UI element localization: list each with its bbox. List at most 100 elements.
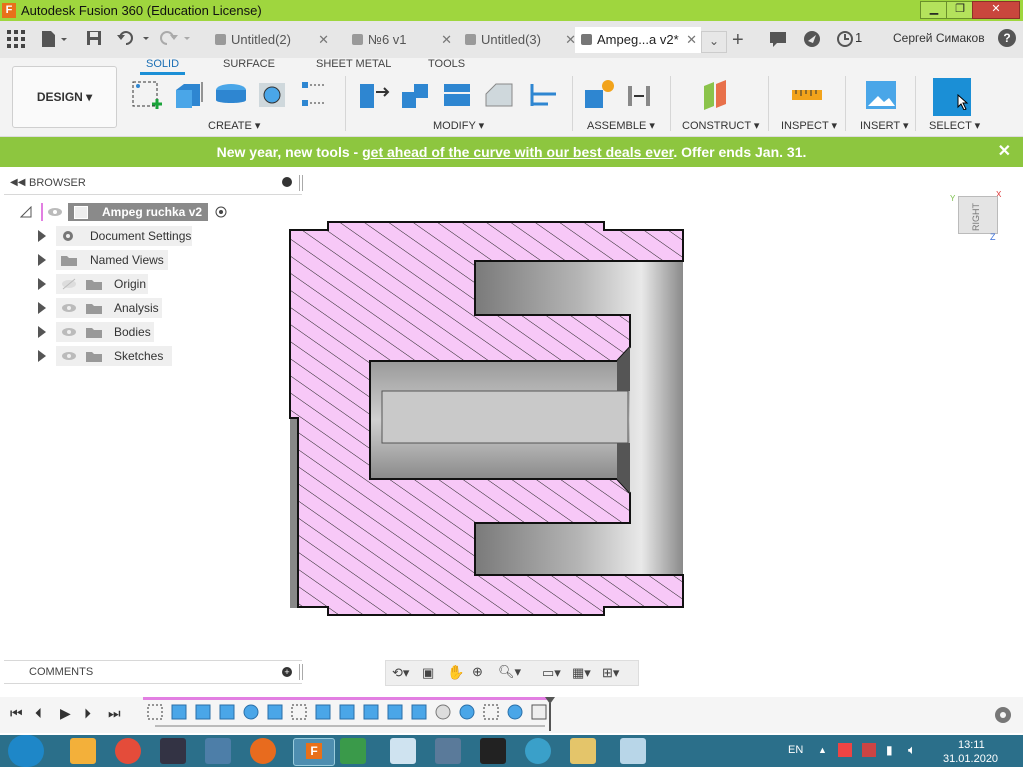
tab-surface[interactable]: SURFACE bbox=[223, 58, 275, 70]
help-icon[interactable]: ? bbox=[998, 29, 1016, 47]
browser-item-analysis[interactable]: Analysis bbox=[38, 298, 238, 318]
tool-app-icon[interactable] bbox=[205, 738, 231, 764]
eye-icon[interactable] bbox=[61, 302, 77, 314]
grid-settings-icon[interactable]: ▦▾ bbox=[572, 665, 591, 681]
close-tab-icon[interactable]: ✕ bbox=[686, 27, 697, 53]
tray-expand-icon[interactable]: ▲ bbox=[818, 745, 827, 755]
eye-icon[interactable] bbox=[61, 350, 77, 362]
timeline-settings-gear-icon[interactable] bbox=[993, 705, 1013, 725]
select-tool-button[interactable] bbox=[933, 78, 971, 116]
tab-ampeg-active[interactable]: Ampeg...a v2* ✕ bbox=[575, 27, 701, 53]
minimize-button[interactable]: ▁ bbox=[920, 1, 948, 19]
expand-triangle-icon[interactable] bbox=[38, 326, 46, 338]
app-grid-icon[interactable] bbox=[7, 30, 25, 48]
collapse-panel-icon[interactable]: ◀◀ bbox=[10, 177, 25, 188]
expand-triangle-icon[interactable] bbox=[38, 254, 46, 266]
shell-icon[interactable] bbox=[440, 78, 474, 112]
joint-icon[interactable] bbox=[624, 78, 658, 112]
workspace-switcher[interactable]: DESIGN ▾ bbox=[12, 66, 117, 128]
banner-link[interactable]: get ahead of the curve with our best dea… bbox=[362, 144, 673, 160]
maximize-button[interactable]: ❐ bbox=[946, 1, 974, 19]
minus-circle-icon[interactable] bbox=[282, 177, 292, 187]
save-app-icon[interactable] bbox=[160, 738, 186, 764]
align-icon[interactable] bbox=[526, 78, 560, 112]
network-icon[interactable]: ▮ bbox=[886, 743, 893, 757]
clock-date[interactable]: 31.01.2020 bbox=[943, 753, 998, 765]
job-status-clock-icon[interactable] bbox=[836, 30, 854, 48]
browser-item-document-settings[interactable]: Document Settings bbox=[38, 226, 238, 246]
app-icon[interactable] bbox=[480, 738, 506, 764]
model-section-view[interactable] bbox=[280, 215, 700, 625]
create-group[interactable]: CREATE ▾ bbox=[208, 119, 260, 132]
measure-icon[interactable] bbox=[790, 78, 824, 112]
close-banner-icon[interactable]: ✕ bbox=[998, 137, 1011, 167]
save-icon[interactable] bbox=[86, 30, 102, 46]
inspect-group[interactable]: INSPECT ▾ bbox=[781, 119, 837, 132]
undo-icon[interactable] bbox=[117, 30, 151, 46]
app-icon[interactable] bbox=[435, 738, 461, 764]
app-icon[interactable] bbox=[525, 738, 551, 764]
app-icon[interactable] bbox=[390, 738, 416, 764]
modify-group[interactable]: MODIFY ▾ bbox=[433, 119, 484, 132]
orbit-icon[interactable]: ⟲▾ bbox=[392, 665, 409, 681]
step-back-icon[interactable]: ⏴ bbox=[35, 705, 42, 722]
eye-icon[interactable] bbox=[61, 326, 77, 338]
explorer-icon[interactable] bbox=[570, 738, 596, 764]
panel-resize-handle[interactable] bbox=[299, 664, 303, 680]
go-to-end-icon[interactable]: ⏭ bbox=[108, 705, 121, 722]
extrude-icon[interactable] bbox=[172, 78, 206, 112]
expand-triangle-icon[interactable] bbox=[38, 230, 46, 242]
pattern-icon[interactable] bbox=[298, 78, 332, 112]
panel-resize-handle[interactable] bbox=[299, 175, 303, 191]
expand-triangle-icon[interactable] bbox=[38, 350, 46, 362]
chrome-icon[interactable] bbox=[115, 738, 141, 764]
user-name[interactable]: Сергей Симаков bbox=[893, 31, 985, 45]
viewcube[interactable]: Y X RIGHT Z bbox=[950, 190, 1002, 244]
play-icon[interactable]: ▶ bbox=[60, 705, 71, 722]
close-tab-icon[interactable]: ✕ bbox=[318, 27, 329, 53]
display-settings-icon[interactable]: ▭▾ bbox=[542, 665, 561, 681]
firefox-icon[interactable] bbox=[250, 738, 276, 764]
fit-zoom-icon[interactable]: 🔍︎▾ bbox=[498, 664, 521, 680]
pan-hand-icon[interactable]: ✋ bbox=[447, 664, 464, 681]
plus-circle-icon[interactable]: + bbox=[282, 667, 292, 677]
tab-sheet-metal[interactable]: SHEET METAL bbox=[316, 58, 391, 70]
tab-tools[interactable]: TOOLS bbox=[428, 58, 465, 70]
insert-image-icon[interactable] bbox=[864, 78, 898, 112]
browser-root-row[interactable]: Ampeg ruchka v2 bbox=[20, 202, 240, 222]
language-indicator[interactable]: EN bbox=[788, 744, 803, 756]
tab-no6-v1[interactable]: №6 v1 ✕ bbox=[340, 27, 456, 53]
select-group[interactable]: SELECT ▾ bbox=[929, 119, 980, 132]
browser-item-bodies[interactable]: Bodies bbox=[38, 322, 238, 342]
chamfer-icon[interactable] bbox=[482, 78, 516, 112]
offset-plane-icon[interactable] bbox=[700, 78, 734, 112]
tray-icon[interactable] bbox=[862, 743, 876, 757]
expanded-triangle-icon[interactable] bbox=[20, 206, 32, 218]
volume-icon[interactable]: 🔈︎ bbox=[908, 742, 916, 758]
step-forward-icon[interactable]: ⏵ bbox=[84, 705, 91, 722]
media-player-icon[interactable] bbox=[70, 738, 96, 764]
insert-group[interactable]: INSERT ▾ bbox=[860, 119, 909, 132]
close-tab-icon[interactable]: ✕ bbox=[441, 27, 452, 53]
redo-icon[interactable] bbox=[160, 30, 194, 46]
browser-item-origin[interactable]: Origin bbox=[38, 274, 238, 294]
eye-hidden-icon[interactable] bbox=[61, 278, 77, 290]
start-button[interactable] bbox=[8, 735, 44, 767]
revolve-icon[interactable] bbox=[214, 78, 248, 112]
tab-untitled-2[interactable]: Untitled(2) ✕ bbox=[203, 27, 333, 53]
tray-icon[interactable] bbox=[838, 743, 852, 757]
file-menu-icon[interactable] bbox=[40, 30, 68, 48]
go-to-start-icon[interactable]: ⏮ bbox=[10, 705, 23, 722]
app-icon[interactable] bbox=[340, 738, 366, 764]
clock-time[interactable]: 13:11 bbox=[958, 739, 985, 751]
expand-triangle-icon[interactable] bbox=[38, 302, 46, 314]
tab-solid[interactable]: SOLID bbox=[140, 58, 186, 75]
fusion-taskbar-icon[interactable]: F bbox=[293, 738, 335, 766]
new-tab-plus-icon[interactable]: + bbox=[732, 29, 744, 52]
browser-item-named-views[interactable]: Named Views bbox=[38, 250, 238, 270]
extensions-icon[interactable] bbox=[803, 30, 821, 48]
new-component-icon[interactable] bbox=[582, 78, 616, 112]
fillet-icon[interactable] bbox=[398, 78, 432, 112]
tab-untitled-3[interactable]: Untitled(3) ✕ bbox=[453, 27, 580, 53]
eye-icon[interactable] bbox=[47, 206, 63, 218]
